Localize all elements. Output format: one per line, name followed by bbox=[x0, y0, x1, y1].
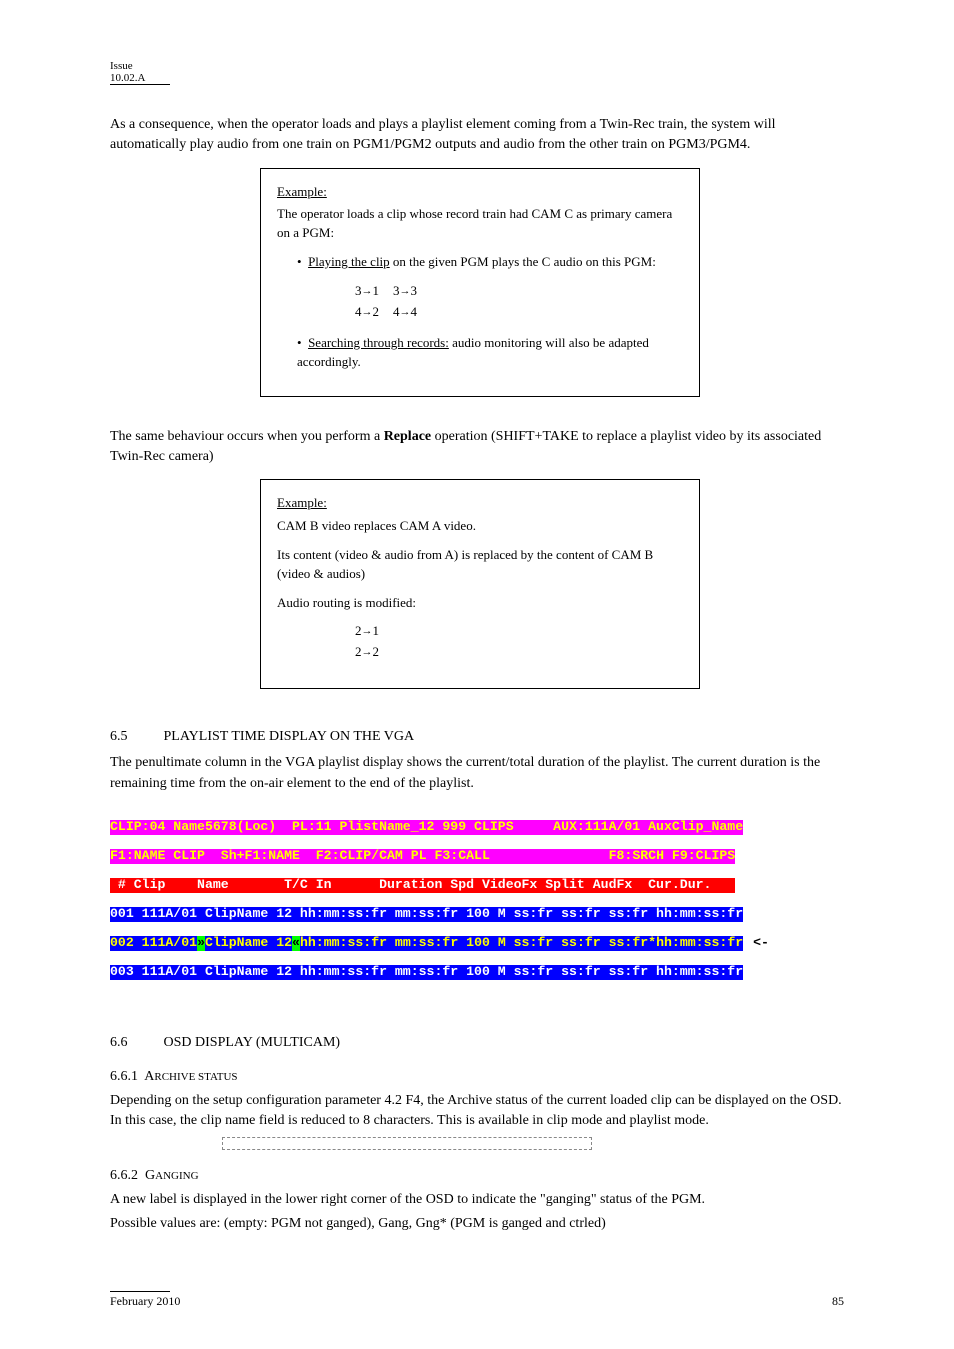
sec-662-title: 6.6.2 GANGING bbox=[110, 1168, 844, 1184]
map-grid-1: 3→13→3 4→24→4 bbox=[347, 280, 425, 324]
section-65-title: 6.5 PLAYLIST TIME DISPLAY ON THE VGA bbox=[110, 729, 844, 745]
term-row2-d: « bbox=[292, 936, 300, 951]
box2-line2: Its content (video & audio from A) is re… bbox=[277, 546, 683, 584]
footer-right: 85 bbox=[832, 1294, 844, 1309]
sec-642-text: As a consequence, when the operator load… bbox=[110, 117, 776, 152]
section-642: As a consequence, when the operator load… bbox=[110, 115, 844, 397]
section-643: The same behaviour occurs when you perfo… bbox=[110, 427, 844, 690]
box2-line1: CAM B video replaces CAM A video. bbox=[277, 517, 683, 536]
page-header: Issue 10.02.A bbox=[110, 60, 170, 85]
sec-661-title: 6.6.1 ARCHIVE STATUS bbox=[110, 1069, 844, 1085]
sec661-text: Depending on the setup configuration par… bbox=[110, 1091, 844, 1132]
term-row2-b: » bbox=[197, 936, 205, 951]
map-grid-2: 2→1 2→2 bbox=[347, 620, 387, 664]
example-box-1: Example: The operator loads a clip whose… bbox=[260, 168, 700, 397]
sec66-title: OSD DISPLAY (MULTICAM) bbox=[164, 1035, 341, 1050]
terminal-display: CLIP:04 Name5678(Loc) PL:11 PlistName_12… bbox=[110, 806, 844, 995]
sec662-text2: Possible values are: (empty: PGM not gan… bbox=[110, 1214, 844, 1234]
footer-left: February 2010 bbox=[110, 1294, 180, 1309]
sec65-title: PLAYLIST TIME DISPLAY ON THE VGA bbox=[164, 729, 415, 744]
box1-b1-label: Playing the clip bbox=[308, 254, 390, 269]
sec643-t1: The same behaviour occurs when you perfo… bbox=[110, 429, 384, 444]
term-fkey-right: F8:SRCH F9:CLIPS bbox=[609, 849, 736, 864]
box2-title: Example: bbox=[277, 494, 683, 513]
map1-r2c1: 4→2 bbox=[349, 303, 385, 322]
map1-r1c1: 3→1 bbox=[349, 282, 385, 301]
section-66-title: 6.6 OSD DISPLAY (MULTICAM) bbox=[110, 1035, 844, 1051]
issue-label: Issue 10.02.A bbox=[110, 60, 145, 84]
term-header: # Clip Name T/C In Duration Spd VideoFx … bbox=[110, 878, 735, 893]
box1-title: Example: bbox=[277, 183, 683, 202]
sec65-num: 6.5 bbox=[110, 729, 160, 745]
sec661-num: 6.6.1 bbox=[110, 1069, 138, 1084]
term-row3: 003 111A/01 ClipName 12 hh:mm:ss:fr mm:s… bbox=[110, 965, 743, 980]
map1-r1c2: 3→3 bbox=[387, 282, 423, 301]
term-row2-c: ClipName 12 bbox=[205, 936, 292, 951]
dashed-placeholder bbox=[222, 1137, 592, 1150]
term-row1: 001 111A/01 ClipName 12 hh:mm:ss:fr mm:s… bbox=[110, 907, 743, 922]
term-row2-a: 002 111A/01 bbox=[110, 936, 197, 951]
page-footer: February 2010 85 bbox=[110, 1291, 844, 1309]
term-fkey-gap bbox=[490, 849, 609, 864]
sec662-t2: ANGING bbox=[155, 1170, 198, 1182]
sec661-t: A bbox=[144, 1069, 154, 1084]
term-fkey-left: F1:NAME CLIP Sh+F1:NAME F2:CLIP/CAM PL F… bbox=[110, 849, 490, 864]
sec662-text1: A new label is displayed in the lower ri… bbox=[110, 1190, 844, 1210]
box1-b2-label: Searching through records: bbox=[308, 335, 449, 350]
box1-b1-text: on the given PGM plays the C audio on th… bbox=[390, 254, 656, 269]
term-row2-arrow: <- bbox=[743, 936, 769, 951]
sec65-para: The penultimate column in the VGA playli… bbox=[110, 753, 844, 794]
sec643-bold: Replace bbox=[384, 429, 431, 444]
map2-r2: 2→2 bbox=[349, 643, 385, 662]
example-box-2: Example: CAM B video replaces CAM A vide… bbox=[260, 479, 700, 689]
box2-line3: Audio routing is modified: bbox=[277, 594, 683, 613]
map1-r2c2: 4→4 bbox=[387, 303, 423, 322]
map2-r1: 2→1 bbox=[349, 622, 385, 641]
sec66-num: 6.6 bbox=[110, 1035, 160, 1051]
sec661-t2: RCHIVE STATUS bbox=[154, 1071, 237, 1083]
box1-line1: The operator loads a clip whose record t… bbox=[277, 205, 683, 243]
sec662-t: G bbox=[145, 1168, 155, 1183]
sec662-num: 6.6.2 bbox=[110, 1168, 138, 1183]
term-title: CLIP:04 Name5678(Loc) PL:11 PlistName_12… bbox=[110, 820, 743, 835]
term-row2-e: hh:mm:ss:fr mm:ss:fr 100 M ss:fr ss:fr s… bbox=[300, 936, 743, 951]
